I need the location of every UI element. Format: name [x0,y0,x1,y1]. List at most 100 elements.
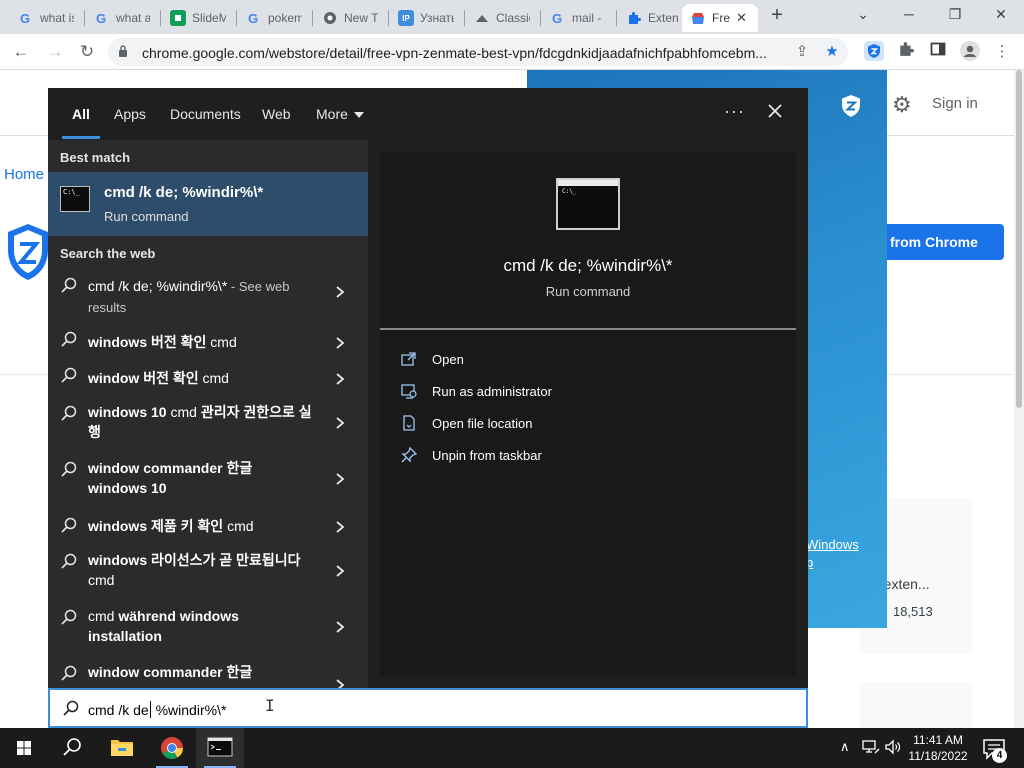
related-extension-card-2[interactable] [860,682,972,728]
close-icon[interactable] [764,100,786,122]
profile-avatar-icon[interactable] [958,41,982,63]
action-run-as-admin[interactable]: Run as administrator [400,380,780,404]
add-to-chrome-button[interactable]: from Chrome [876,224,1004,260]
show-hidden-icons-icon[interactable]: ∧ [840,739,850,755]
web-result-row[interactable]: windows 10 cmd 관리자 권한으로 실행 [48,396,368,448]
page-scrollbar[interactable] [1014,70,1024,728]
menu-dots-icon[interactable]: ⋮ [990,41,1014,63]
side-panel-icon[interactable] [926,41,950,63]
result-bold: window commander 한글 [88,664,253,680]
command-prompt-icon [207,737,233,757]
tab-documents[interactable]: Documents [170,106,241,122]
url-text: chrome.google.com/webstore/detail/free-v… [142,45,767,61]
sign-in-link[interactable]: Sign in [932,95,978,112]
reload-icon[interactable]: ↻ [76,41,98,63]
google-icon: G [94,10,110,26]
puzzle-icon [626,10,642,26]
cmd-taskbar-button[interactable] [196,728,244,768]
tab-more[interactable]: More [316,106,364,122]
browser-tab-6[interactable]: IP Узнать [390,4,462,32]
web-result-text: windows 10 cmd 관리자 권한으로 실행 [88,402,320,442]
settings-gear-icon[interactable]: ⚙ [892,92,912,118]
tab-separator [84,10,85,26]
google-icon: G [246,10,262,26]
chevron-right-icon [336,337,345,349]
action-open[interactable]: Open [400,348,780,372]
lock-icon [119,45,127,57]
preview-pane: C:\_ cmd /k de; %windir%\* Run command O… [368,140,808,688]
best-match-item[interactable]: cmd /k de; %windir%\* Run command [48,172,368,236]
web-result-row[interactable]: windows 제품 키 확인 cmd [48,508,368,544]
browser-tab-label: Fre [712,11,730,25]
classic-icon [474,10,490,26]
restore-icon[interactable]: ❐ [940,4,970,26]
browser-tab-3[interactable]: SlideM [162,4,234,32]
preview-subtitle: Run command [545,284,631,299]
tab-all[interactable]: All [72,106,90,122]
file-location-icon [403,415,415,431]
system-clock[interactable]: 11:41 AM 11/18/2022 [904,732,972,764]
result-bold: windows 라이선스가 곧 만료됩니다 [88,552,301,568]
file-explorer-taskbar-button[interactable] [98,728,146,768]
web-result-row[interactable]: window 버전 확인 cmd [48,358,368,394]
more-options-icon[interactable]: ··· [724,101,745,122]
zenmate-extension-icon[interactable] [862,41,886,63]
start-button[interactable] [0,728,48,768]
browser-tab-2[interactable]: G what a [86,4,158,32]
taskbar-search-button[interactable] [48,728,96,768]
clock-date: 11/18/2022 [908,749,968,763]
web-result-row[interactable]: cmd /k de; %windir%\* - See web results [48,268,368,316]
browser-tab-8[interactable]: G mail - [542,4,614,32]
result-normal: cmd [88,608,119,624]
close-tab-icon[interactable]: ✕ [736,10,747,26]
minimize-icon[interactable]: ─ [894,4,924,26]
browser-tab-label: pokem [268,11,302,25]
share-icon[interactable]: ⇪ [792,42,812,62]
search-icon [61,367,77,383]
web-result-row[interactable]: window commander 한글 [48,656,368,688]
search-icon [61,665,77,681]
new-tab-button[interactable]: + [766,5,788,27]
chevron-right-icon [336,286,345,298]
bookmark-star-icon[interactable]: ★ [822,42,842,62]
chrome-taskbar-button[interactable] [148,728,196,768]
tab-apps[interactable]: Apps [114,106,146,122]
web-result-row[interactable]: windows 버전 확인 cmd [48,322,368,358]
search-query: cmd /k de %windir%\* [88,701,226,718]
tab-search-icon[interactable]: ⌄ [848,4,878,26]
action-open-file-location[interactable]: Open file location [400,412,780,436]
best-match-subtitle: Run command [104,209,189,224]
address-bar[interactable]: chrome.google.com/webstore/detail/free-v… [108,38,848,66]
folder-icon [111,740,133,756]
command-prompt-large-icon: C:\_ [556,178,620,230]
search-input[interactable]: cmd /k de %windir%\* [48,688,808,728]
tab-separator [616,10,617,26]
web-result-row[interactable]: windows 라이선스가 곧 만료됩니다 cmd [48,544,368,596]
back-icon[interactable]: ← [10,41,32,63]
zenmate-windows-link[interactable]: Windows p [806,536,859,572]
browser-tab-9[interactable]: Extens [618,4,686,32]
tab-separator [160,10,161,26]
browser-tab-5[interactable]: New T [314,4,386,32]
scrollbar-thumb[interactable] [1016,70,1022,408]
search-icon [61,405,77,421]
web-result-row[interactable]: cmd während windows installation [48,600,368,652]
browser-tab-active[interactable]: Fre ✕ [682,4,758,32]
web-result-text: window 버전 확인 cmd [88,368,320,388]
action-unpin-taskbar[interactable]: Unpin from taskbar [400,444,780,468]
extensions-puzzle-icon[interactable] [894,41,918,63]
forward-icon[interactable]: → [44,41,66,63]
tab-web[interactable]: Web [262,106,291,122]
browser-tab-4[interactable]: G pokem [238,4,310,32]
google-icon: G [18,10,34,26]
close-window-icon[interactable]: ✕ [986,4,1016,26]
ip-icon: IP [398,10,414,26]
browser-tab-1[interactable]: G what is [10,4,82,32]
web-result-row[interactable]: window commander 한글 windows 10 [48,452,368,504]
search-icon [61,609,77,625]
browser-tab-7[interactable]: Classic [466,4,538,32]
volume-icon[interactable] [884,739,902,758]
result-normal: cmd [166,404,201,420]
network-icon[interactable] [862,739,880,758]
home-breadcrumb[interactable]: Home [4,166,44,183]
